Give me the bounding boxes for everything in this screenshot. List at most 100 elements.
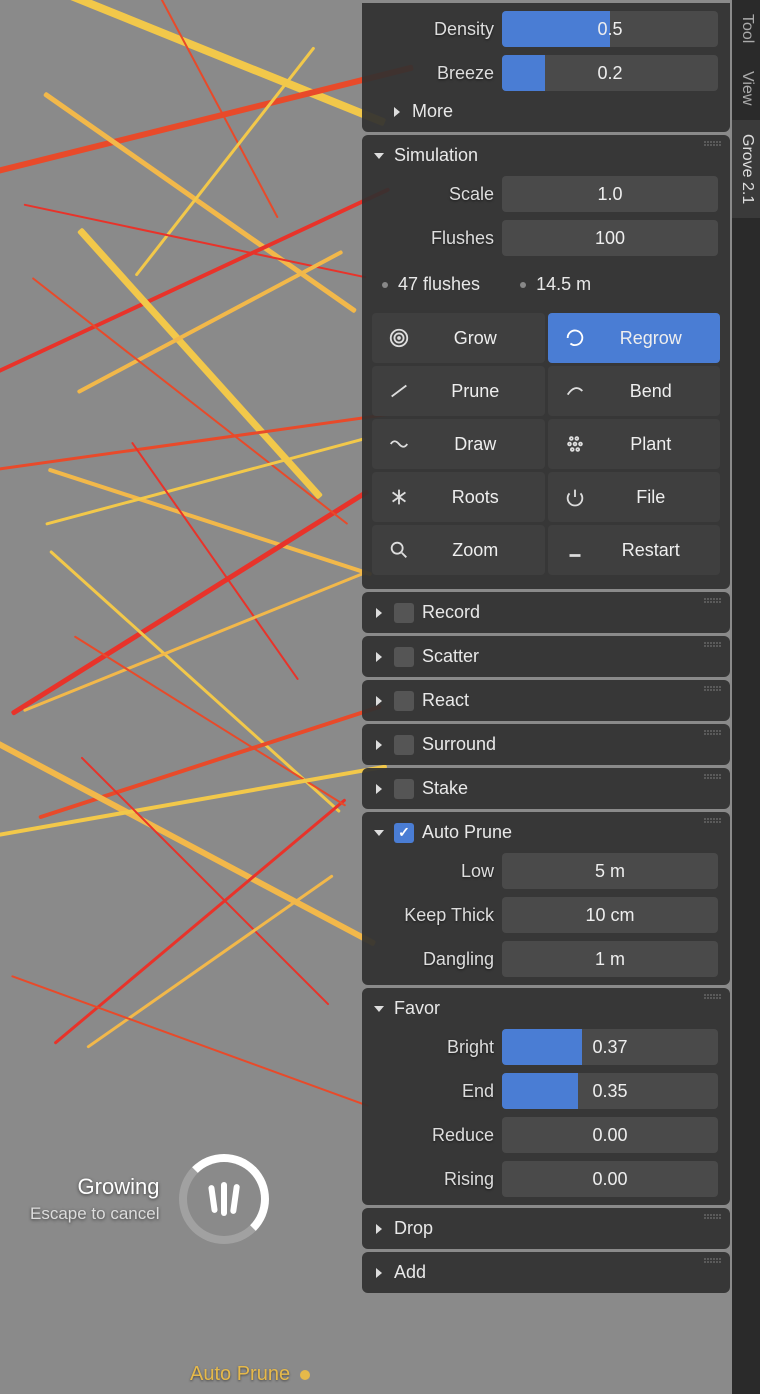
curve-icon <box>562 378 588 404</box>
status-subtitle: Escape to cancel <box>30 1204 159 1224</box>
low-field[interactable]: 5 m <box>502 853 718 889</box>
wave-icon <box>386 431 412 457</box>
progress-overlay: Growing Escape to cancel <box>30 1154 269 1244</box>
favor-header[interactable]: Favor <box>362 992 730 1025</box>
roots-button[interactable]: Roots <box>372 472 545 522</box>
chevron-right-icon <box>390 105 404 119</box>
bright-label: Bright <box>374 1037 494 1058</box>
stat-height: 14.5 m <box>520 274 591 295</box>
section-drop: Drop <box>362 1208 730 1249</box>
breeze-slider[interactable]: 0.2 <box>502 55 718 91</box>
section-add: Add <box>362 1252 730 1293</box>
properties-panel[interactable]: Density 0.5 Breeze 0.2 More Simulation S… <box>360 0 732 1394</box>
power-icon <box>562 484 588 510</box>
grow-button[interactable]: Grow <box>372 313 545 363</box>
flushes-field[interactable]: 100 <box>502 220 718 256</box>
reduce-slider[interactable]: 0.00 <box>502 1117 718 1153</box>
status-title: Growing <box>30 1174 159 1200</box>
restart-button[interactable]: Restart <box>548 525 721 575</box>
section-record: Record <box>362 592 730 633</box>
target-icon <box>386 325 412 351</box>
section-wind: Density 0.5 Breeze 0.2 More <box>362 3 730 132</box>
section-surround: Surround <box>362 724 730 765</box>
drag-grip-icon[interactable] <box>704 774 722 782</box>
record-checkbox[interactable] <box>394 603 414 623</box>
section-stake: Stake <box>362 768 730 809</box>
reduce-label: Reduce <box>374 1125 494 1146</box>
regrow-button[interactable]: Regrow <box>548 313 721 363</box>
autoprune-badge: Auto Prune <box>190 1363 310 1386</box>
dangling-label: Dangling <box>374 949 494 970</box>
scatter-header[interactable]: Scatter <box>362 640 730 673</box>
low-label: Low <box>374 861 494 882</box>
autoprune-checkbox[interactable] <box>394 823 414 843</box>
dots-icon <box>562 431 588 457</box>
prune-button[interactable]: Prune <box>372 366 545 416</box>
keepthick-label: Keep Thick <box>374 905 494 926</box>
scale-label: Scale <box>374 184 494 205</box>
surround-header[interactable]: Surround <box>362 728 730 761</box>
chevron-right-icon <box>372 1266 386 1280</box>
end-label: End <box>374 1081 494 1102</box>
drag-grip-icon[interactable] <box>704 642 722 650</box>
section-scatter: Scatter <box>362 636 730 677</box>
chevron-down-icon <box>372 149 386 163</box>
dangling-field[interactable]: 1 m <box>502 941 718 977</box>
tab-view[interactable]: View <box>732 57 760 119</box>
chevron-right-icon <box>372 782 386 796</box>
zoom-button[interactable]: Zoom <box>372 525 545 575</box>
section-autoprune: Auto Prune Low 5 m Keep Thick 10 cm Dang… <box>362 812 730 985</box>
drop-header[interactable]: Drop <box>362 1212 730 1245</box>
stat-flushes: 47 flushes <box>382 274 480 295</box>
react-header[interactable]: React <box>362 684 730 717</box>
density-label: Density <box>374 19 494 40</box>
bend-button[interactable]: Bend <box>548 366 721 416</box>
surround-checkbox[interactable] <box>394 735 414 755</box>
chevron-down-icon <box>372 1002 386 1016</box>
tab-tool[interactable]: Tool <box>732 0 760 57</box>
drag-grip-icon[interactable] <box>704 141 722 149</box>
rising-label: Rising <box>374 1169 494 1190</box>
end-slider[interactable]: 0.35 <box>502 1073 718 1109</box>
density-slider[interactable]: 0.5 <box>502 11 718 47</box>
add-header[interactable]: Add <box>362 1256 730 1289</box>
drag-grip-icon[interactable] <box>704 1214 722 1222</box>
plant-button[interactable]: Plant <box>548 419 721 469</box>
keepthick-field[interactable]: 10 cm <box>502 897 718 933</box>
dash-icon <box>562 537 588 563</box>
drag-grip-icon[interactable] <box>704 730 722 738</box>
refresh-icon <box>562 325 588 351</box>
draw-button[interactable]: Draw <box>372 419 545 469</box>
scale-field[interactable]: 1.0 <box>502 176 718 212</box>
react-checkbox[interactable] <box>394 691 414 711</box>
section-simulation: Simulation Scale 1.0 Flushes 100 47 flus… <box>362 135 730 589</box>
chevron-down-icon <box>372 826 386 840</box>
autoprune-header[interactable]: Auto Prune <box>362 816 730 849</box>
spinner-icon <box>179 1154 269 1244</box>
line-icon <box>386 378 412 404</box>
chevron-right-icon <box>372 694 386 708</box>
file-button[interactable]: File <box>548 472 721 522</box>
drag-grip-icon[interactable] <box>704 1258 722 1266</box>
simulation-header[interactable]: Simulation <box>362 139 730 172</box>
drag-grip-icon[interactable] <box>704 994 722 1002</box>
chevron-right-icon <box>372 738 386 752</box>
drag-grip-icon[interactable] <box>704 818 722 826</box>
chevron-right-icon <box>372 650 386 664</box>
sidebar-tabs: Tool View Grove 2.1 <box>732 0 760 1394</box>
bright-slider[interactable]: 0.37 <box>502 1029 718 1065</box>
drag-grip-icon[interactable] <box>704 686 722 694</box>
stake-header[interactable]: Stake <box>362 772 730 805</box>
chevron-right-icon <box>372 606 386 620</box>
record-header[interactable]: Record <box>362 596 730 629</box>
section-favor: Favor Bright 0.37 End 0.35 Reduce 0.00 R… <box>362 988 730 1205</box>
drag-grip-icon[interactable] <box>704 598 722 606</box>
rising-slider[interactable]: 0.00 <box>502 1161 718 1197</box>
search-icon <box>386 537 412 563</box>
stake-checkbox[interactable] <box>394 779 414 799</box>
tab-grove[interactable]: Grove 2.1 <box>732 120 760 218</box>
breeze-label: Breeze <box>374 63 494 84</box>
more-toggle[interactable]: More <box>362 95 730 128</box>
flushes-label: Flushes <box>374 228 494 249</box>
scatter-checkbox[interactable] <box>394 647 414 667</box>
